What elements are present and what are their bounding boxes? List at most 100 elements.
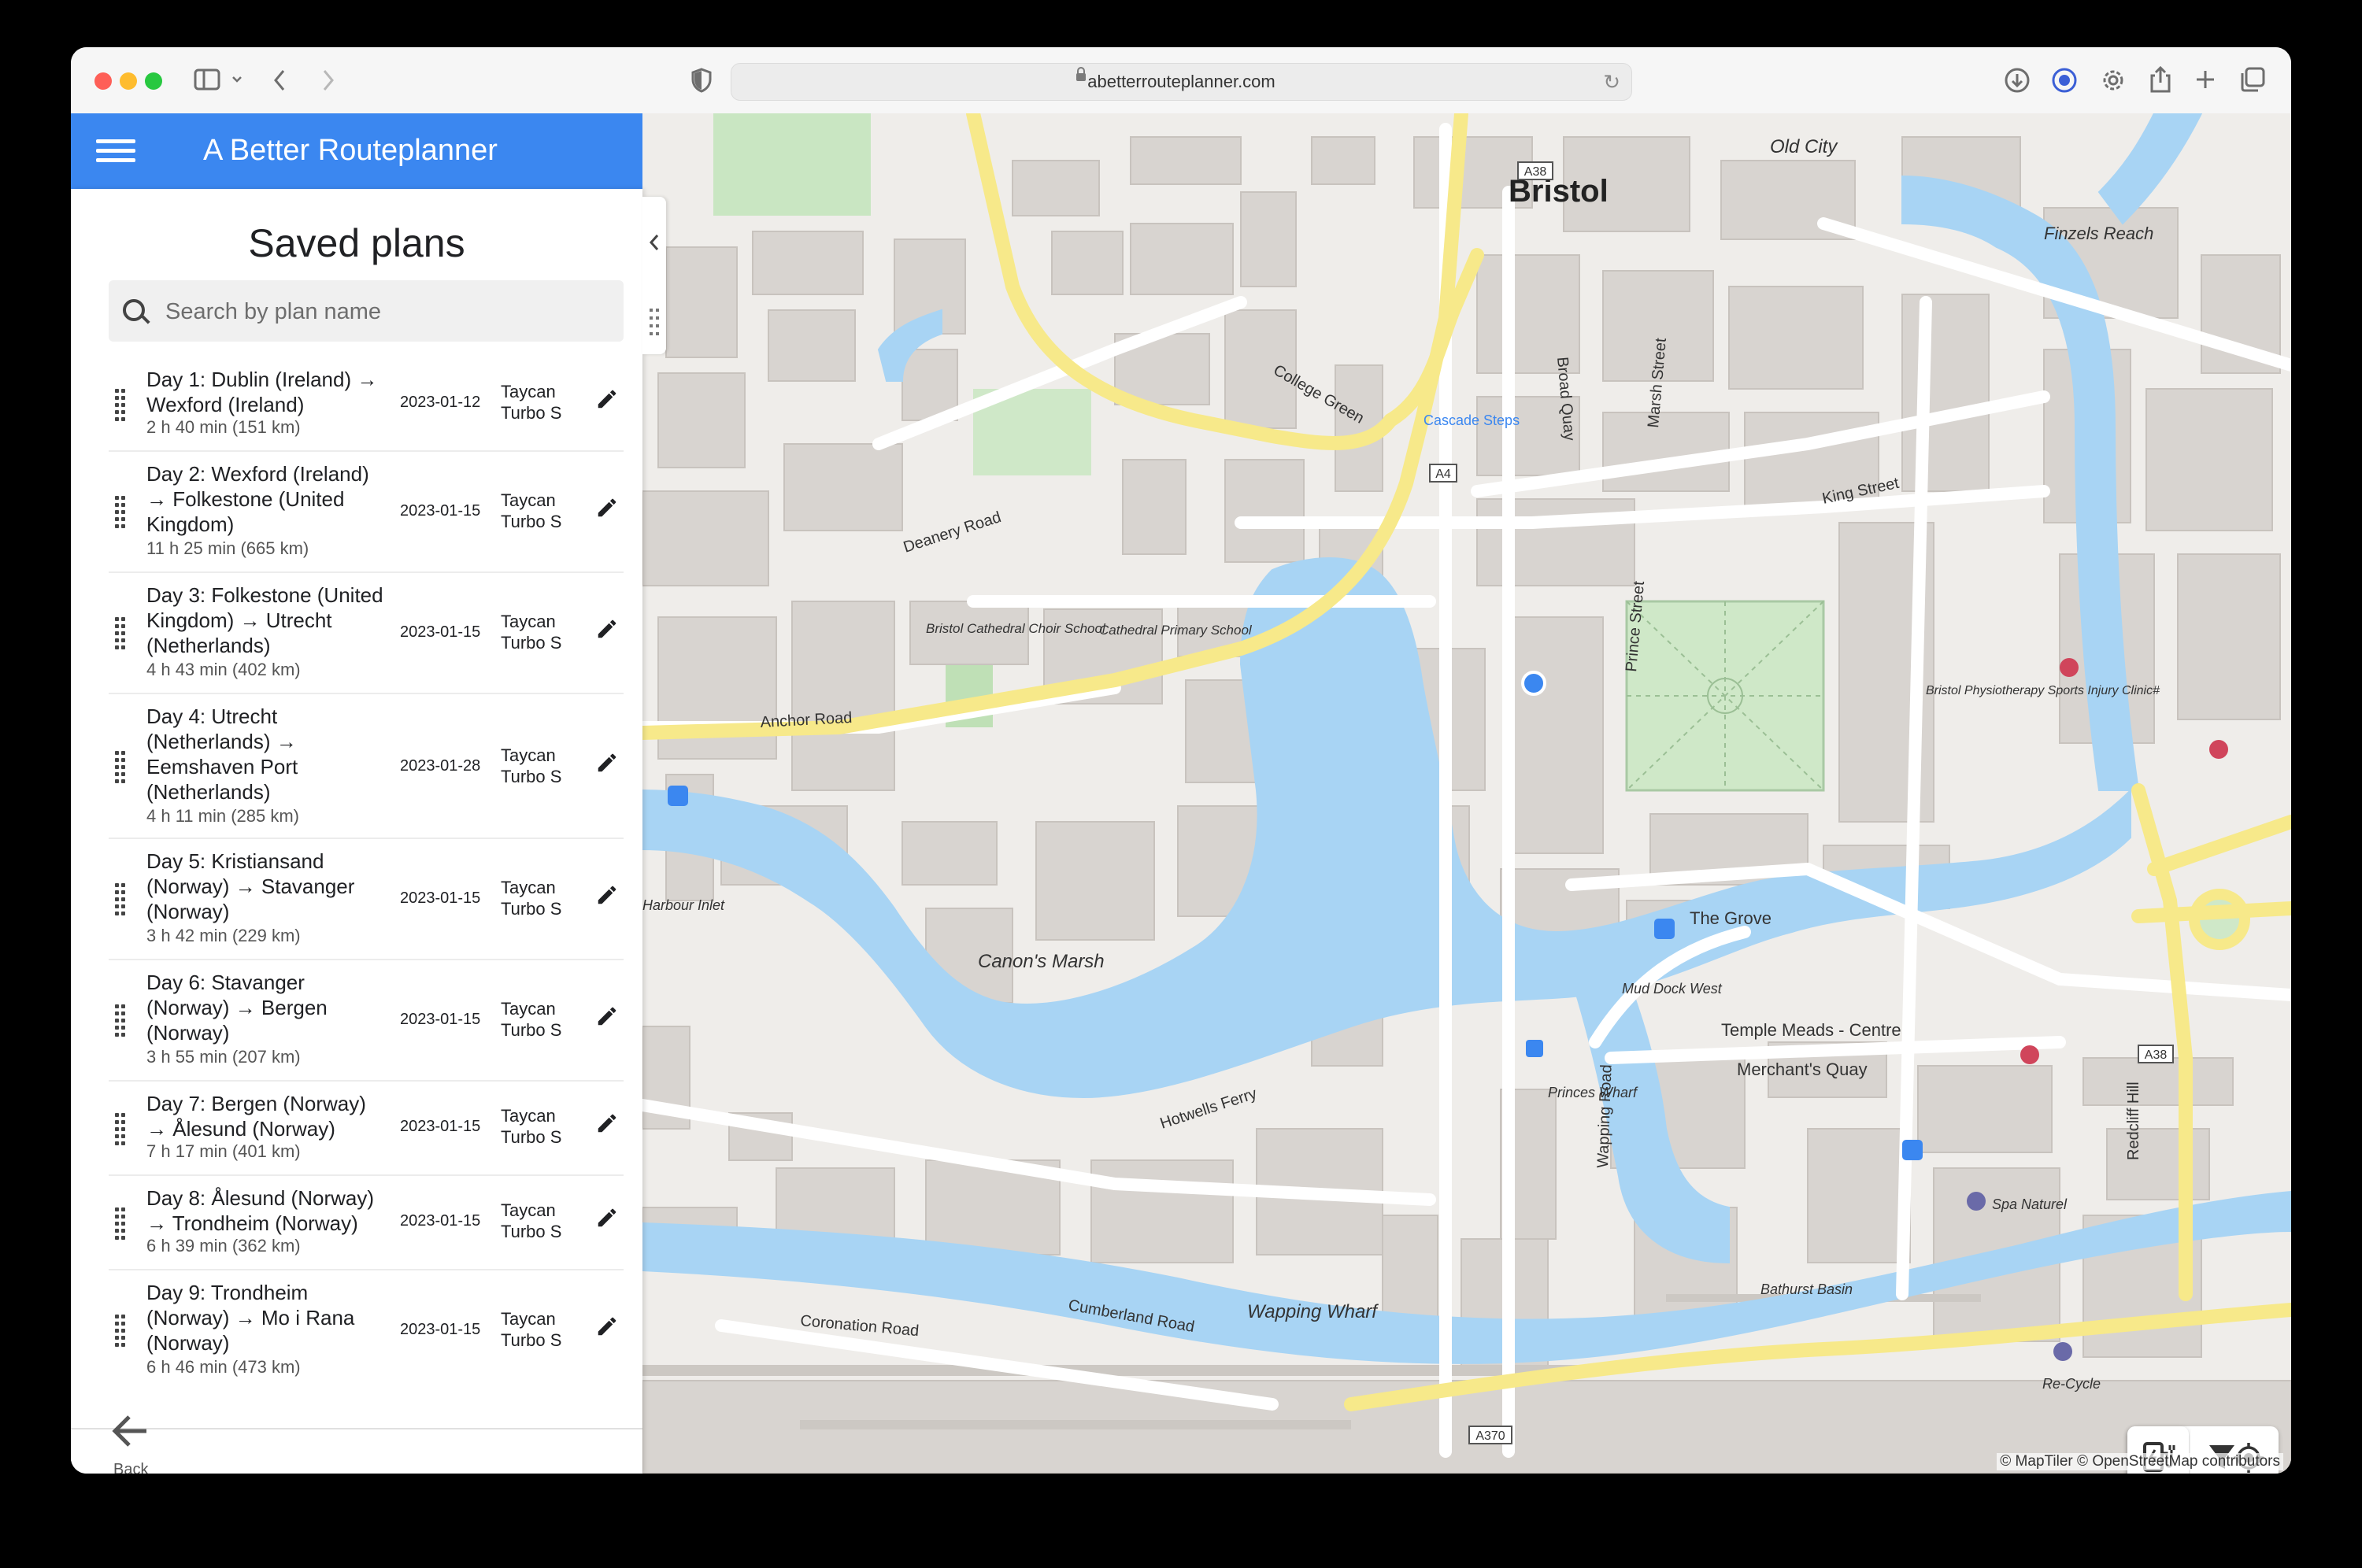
pencil-edit-icon[interactable] [595,496,619,520]
plan-date: 2023-01-15 [400,1118,481,1135]
plan-row[interactable]: Day 8: Ålesund (Norway) → Trondheim (Nor… [109,1176,624,1270]
map-attribution[interactable]: © MapTiler © OpenStreetMap contributors [1997,1453,2283,1470]
search-input[interactable] [164,280,616,343]
reload-icon[interactable]: ↻ [1603,70,1620,94]
plan-duration: 3 h 55 min (207 km) [146,1047,301,1067]
plan-vehicle: Taycan Turbo S [501,1200,562,1241]
plan-date: 2023-01-15 [400,1212,481,1230]
plan-name: Day 1: Dublin (Ireland) → Wexford (Irela… [146,368,378,416]
sidebar-toggle-icon[interactable] [194,68,220,91]
drag-handle-icon[interactable] [115,389,126,421]
drag-handle-icon[interactable] [115,1207,126,1240]
plan-duration: 7 h 17 min (401 km) [146,1141,301,1161]
plan-vehicle: Taycan Turbo S [501,382,562,423]
back-button[interactable]: Back [110,1392,181,1474]
label-hotwells-ferry: Hotwells Ferry [1158,1085,1259,1132]
plan-vehicle: Taycan Turbo S [501,1309,562,1350]
label-harbour-inlet: Harbour Inlet [642,897,725,913]
label-cathedral-primary: Cathedral Primary School [1099,623,1253,638]
plan-row[interactable]: Day 5: Kristiansand (Norway) → Stavanger… [109,839,624,960]
back-nav-icon[interactable] [272,68,287,93]
chevron-down-icon[interactable] [231,76,242,83]
label-bristol-cathedral-school: Bristol Cathedral Choir School [926,621,1106,636]
label-deanery-road: Deanery Road [901,508,1003,557]
current-location-dot [1521,671,1546,696]
label-princes-wharf: Princes Wharf [1548,1085,1638,1100]
arrow-left-icon [112,1415,146,1447]
plan-row[interactable]: Day 7: Bergen (Norway) → Ålesund (Norway… [109,1082,624,1176]
plan-date: 2023-01-15 [400,1011,481,1028]
extension-icon[interactable] [2050,66,2079,94]
drag-handle-icon[interactable] [115,1113,126,1145]
label-mud-dock-west: Mud Dock West [1622,981,1723,997]
plan-name: Day 5: Kristiansand (Norway) → Stavanger… [146,849,355,923]
map-canvas[interactable]: Bristol Old City Finzels Reach The Grove… [642,113,2291,1474]
park-area [713,113,871,216]
pencil-edit-icon[interactable] [595,617,619,641]
svg-text:A370: A370 [1475,1429,1505,1443]
label-temple-meads: Temple Meads - Centre [1721,1020,1901,1040]
close-window-button[interactable] [94,72,112,90]
browser-toolbar: abetterrouteplanner.com ↻ [71,47,2291,114]
pencil-edit-icon[interactable] [595,387,619,411]
plan-name: Day 9: Trondheim (Norway) → Mo i Rana (N… [146,1281,355,1355]
pencil-edit-icon[interactable] [595,883,619,907]
saved-plans-panel: Saved plans Day 1: Dublin (Ireland) → We… [71,189,642,1474]
pencil-edit-icon[interactable] [595,1004,619,1028]
plan-date: 2023-01-15 [400,1321,481,1338]
share-icon[interactable] [2148,65,2173,94]
svg-text:A38: A38 [1524,165,1547,179]
label-merchants-quay: Merchant's Quay [1737,1060,1868,1079]
pencil-edit-icon[interactable] [595,751,619,775]
plan-row[interactable]: Day 9: Trondheim (Norway) → Mo i Rana (N… [109,1270,624,1390]
drag-handle-icon[interactable] [115,883,126,915]
label-canons-marsh: Canon's Marsh [978,951,1105,972]
drag-handle-icon[interactable] [115,1004,126,1037]
drag-handle-icon[interactable] [115,617,126,649]
address-bar[interactable]: abetterrouteplanner.com ↻ [731,63,1632,101]
plan-duration: 11 h 25 min (665 km) [146,538,309,558]
tab-overview-icon[interactable] [2239,66,2266,93]
plan-vehicle: Taycan Turbo S [501,612,562,653]
zoom-window-button[interactable] [145,72,162,90]
plan-duration: 4 h 11 min (285 km) [146,806,300,826]
panel-footer: Back [71,1415,642,1474]
url-text: abetterrouteplanner.com [1087,72,1275,91]
label-physio: Bristol Physiotherapy Sports Injury Clin… [1926,684,2160,697]
label-wapping-road: Wapping Road [1594,1064,1616,1168]
plan-row[interactable]: Day 4: Utrecht (Netherlands) → Eemshaven… [109,694,624,839]
plan-row[interactable]: Day 2: Wexford (Ireland) → Folkestone (U… [109,452,624,573]
map-view[interactable]: Bristol Old City Finzels Reach The Grove… [642,113,2291,1474]
minimize-window-button[interactable] [120,72,137,90]
new-tab-plus-icon[interactable] [2194,68,2217,91]
label-redcliff-hill: Redcliff Hill [2125,1082,2142,1160]
privacy-shield-icon[interactable] [691,68,712,93]
pencil-edit-icon[interactable] [595,1111,619,1135]
plan-list: Day 1: Dublin (Ireland) → Wexford (Irela… [109,357,624,1412]
settings-gear-icon[interactable] [2099,66,2127,94]
search-icon [123,299,145,321]
plan-date: 2023-01-15 [400,502,481,520]
label-spa-naturel: Spa Naturel [1992,1196,2068,1212]
label-cascade-steps: Cascade Steps [1423,412,1520,428]
svg-text:A38: A38 [2145,1048,2168,1062]
drag-handle-icon[interactable] [115,751,126,783]
plan-date: 2023-01-15 [400,889,481,907]
drag-handle-icon[interactable] [115,1315,126,1347]
pencil-edit-icon[interactable] [595,1206,619,1230]
app-header: A Better Routeplanner [71,113,642,189]
downloads-icon[interactable] [2003,66,2031,94]
plan-duration: 6 h 46 min (473 km) [146,1357,301,1377]
label-bathurst-basin: Bathurst Basin [1760,1281,1853,1297]
search-box [109,280,624,343]
pencil-edit-icon[interactable] [595,1315,619,1338]
plan-row[interactable]: Day 6: Stavanger (Norway) → Bergen (Norw… [109,960,624,1082]
plan-date: 2023-01-28 [400,757,481,775]
drag-handle-icon[interactable] [115,496,126,528]
forward-nav-icon[interactable] [321,68,335,93]
plan-duration: 4 h 43 min (402 km) [146,660,301,679]
plan-row[interactable]: Day 3: Folkestone (United Kingdom) → Utr… [109,573,624,694]
plan-row[interactable]: Day 1: Dublin (Ireland) → Wexford (Irela… [109,357,624,452]
hamburger-menu-icon[interactable] [96,139,135,163]
collapse-panel-tab[interactable] [642,197,666,354]
